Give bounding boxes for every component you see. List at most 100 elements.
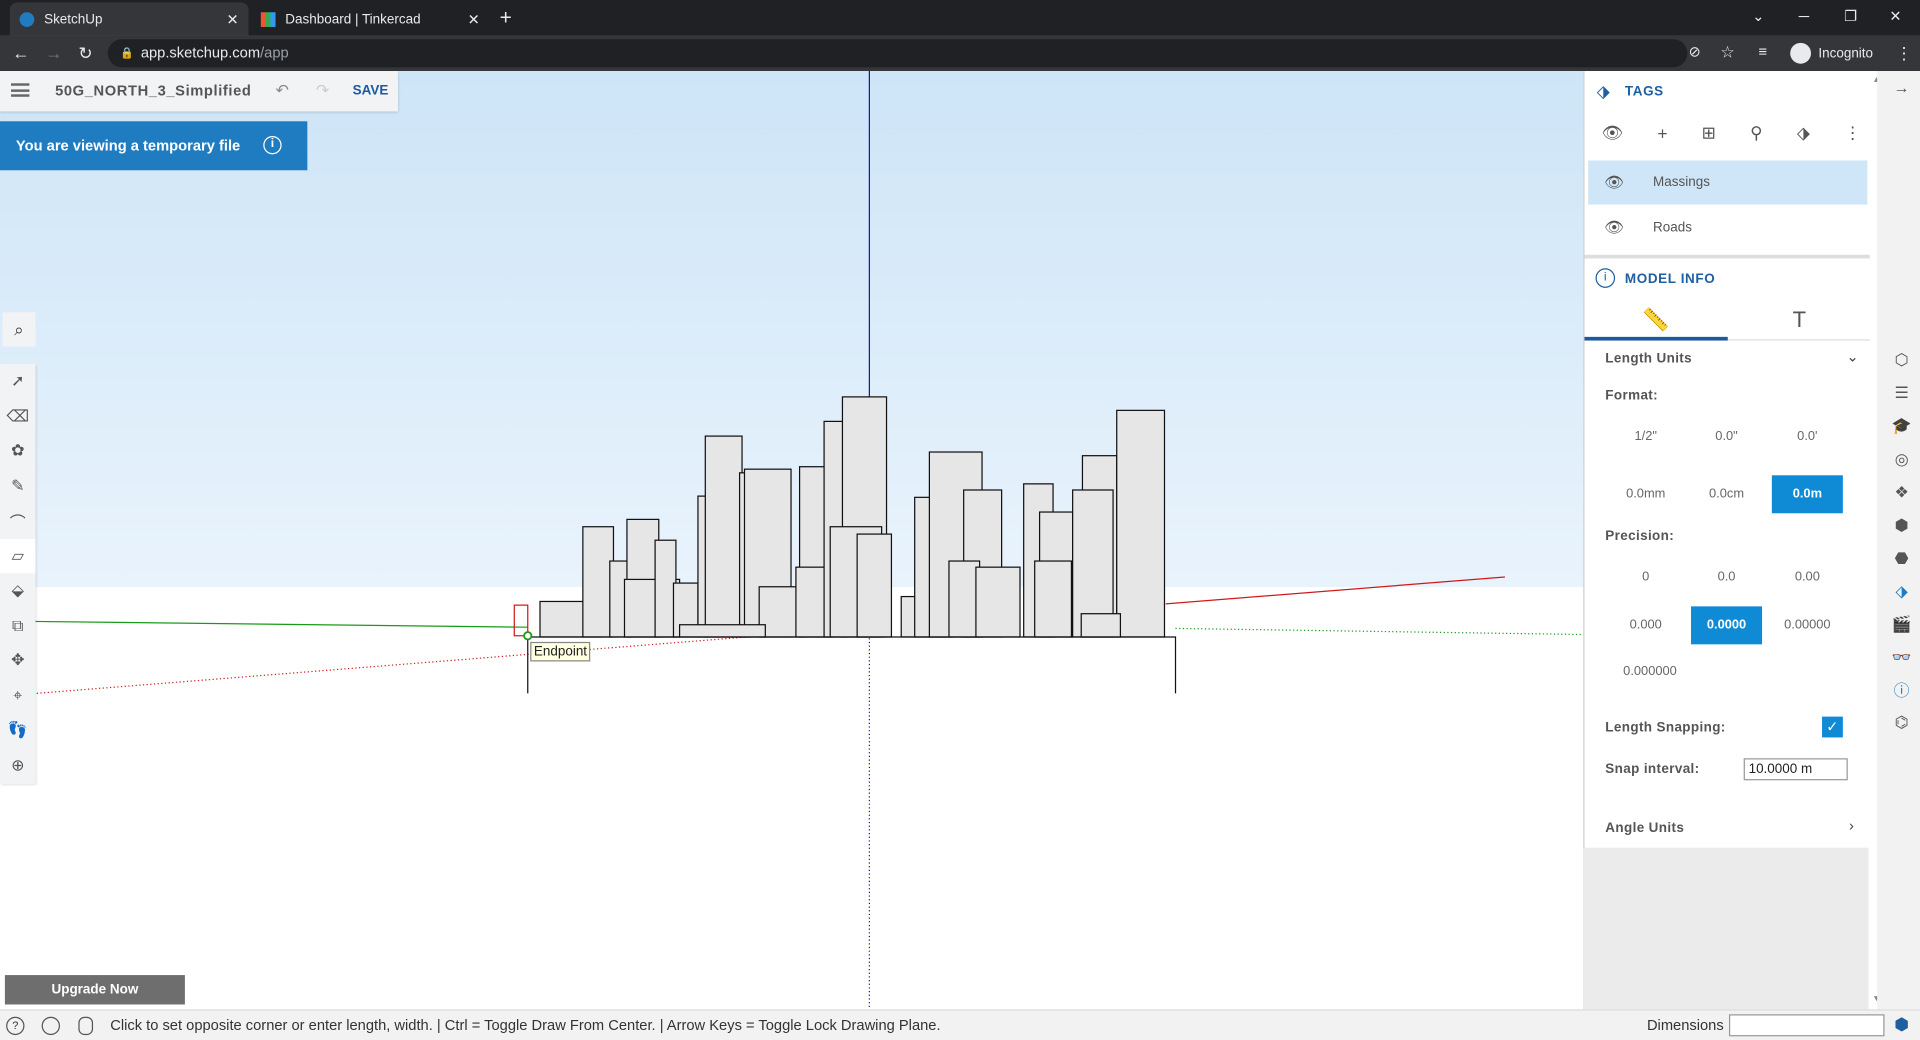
- paint-bucket-tool-icon[interactable]: ✿: [0, 434, 36, 469]
- globe-icon[interactable]: [41, 1016, 61, 1036]
- close-tab-icon[interactable]: ✕: [226, 10, 238, 27]
- walk-tool-icon[interactable]: 👣: [0, 713, 36, 748]
- styles-icon[interactable]: ⬢: [1892, 516, 1912, 536]
- precision-option[interactable]: 0.00: [1772, 559, 1843, 597]
- tab-search-icon[interactable]: ⌄: [1752, 7, 1764, 24]
- orbit-tool-icon[interactable]: ⊕: [0, 748, 36, 783]
- precision-option[interactable]: 0.00000: [1772, 606, 1843, 644]
- scenes-icon[interactable]: 🎬: [1892, 615, 1912, 635]
- pencil-tool-icon[interactable]: ✎: [0, 469, 36, 504]
- length-snapping-checkbox[interactable]: ✓: [1822, 716, 1843, 738]
- tab-label: Dashboard | Tinkercad: [285, 11, 421, 27]
- extensions-icon[interactable]: ⌬: [1892, 713, 1912, 733]
- precision-option[interactable]: 0.0: [1691, 559, 1762, 597]
- file-name[interactable]: 50G_NORTH_3_Simplified: [55, 82, 251, 99]
- model-info-title: MODEL INFO: [1624, 271, 1716, 287]
- solid-tools-icon[interactable]: ⬣: [1892, 549, 1912, 569]
- angle-units-heading[interactable]: Angle Units: [1605, 821, 1684, 836]
- lock-icon: 🔒: [120, 46, 134, 59]
- precision-option[interactable]: 0: [1610, 559, 1681, 597]
- tab-text[interactable]: T: [1728, 299, 1871, 341]
- outliner-icon[interactable]: ☰: [1892, 383, 1912, 403]
- search-button[interactable]: ⌕: [2, 312, 36, 347]
- new-tab-button[interactable]: +: [500, 6, 512, 30]
- materials-icon[interactable]: ◎: [1892, 450, 1912, 470]
- endpoint-marker: [523, 631, 533, 641]
- color-by-tag-icon[interactable]: ⚲: [1750, 122, 1763, 143]
- precision-option[interactable]: 0.000: [1610, 606, 1681, 644]
- eraser-tool-icon[interactable]: ⌫: [0, 399, 36, 434]
- tab-tinkercad[interactable]: Dashboard | Tinkercad ✕: [251, 2, 490, 35]
- close-tab-icon[interactable]: ✕: [468, 10, 480, 27]
- instructor-icon[interactable]: 🎓: [1892, 416, 1912, 436]
- format-option[interactable]: 0.0": [1691, 418, 1762, 456]
- format-option[interactable]: 0.0cm: [1691, 475, 1762, 513]
- menu-kebab-icon[interactable]: ⋮: [1896, 43, 1913, 64]
- chevron-down-icon[interactable]: ⌄: [1847, 348, 1859, 365]
- reading-list-icon[interactable]: ≡: [1758, 43, 1767, 60]
- tape-measure-tool-icon[interactable]: ⌖: [0, 678, 36, 713]
- address-bar[interactable]: 🔒 app.sketchup.com/app: [107, 39, 1688, 68]
- snap-interval-input[interactable]: 10.0000 m: [1743, 758, 1848, 781]
- select-tool-icon[interactable]: ➚: [0, 364, 36, 399]
- restore-icon[interactable]: ❐: [1844, 7, 1857, 24]
- reload-icon[interactable]: ↻: [78, 43, 92, 64]
- add-folder-icon[interactable]: ⊞: [1702, 122, 1716, 143]
- push-pull-tool-icon[interactable]: ⬙: [0, 573, 36, 608]
- tab-units[interactable]: 📏: [1584, 299, 1728, 341]
- forward-icon[interactable]: →: [45, 43, 62, 63]
- tag-name: Roads: [1653, 220, 1692, 236]
- mouse-icon[interactable]: [78, 1016, 94, 1036]
- add-tag-icon[interactable]: +: [1657, 123, 1667, 143]
- offset-tool-icon[interactable]: ⧉: [0, 608, 36, 643]
- redo-icon[interactable]: ↷: [316, 81, 329, 101]
- back-icon[interactable]: ←: [12, 43, 29, 63]
- eye-icon[interactable]: 👁: [1602, 122, 1624, 143]
- components-icon[interactable]: ❖: [1892, 483, 1912, 503]
- upgrade-now-button[interactable]: Upgrade Now: [4, 975, 185, 1005]
- help-icon[interactable]: ?: [6, 1016, 25, 1036]
- dimensions-label: Dimensions: [1646, 1016, 1724, 1034]
- arc-tool-icon[interactable]: ⌒: [0, 503, 36, 538]
- collapse-panel-icon[interactable]: →: [1892, 78, 1912, 98]
- model-canvas[interactable]: [0, 71, 1584, 1010]
- display-icon[interactable]: 👓: [1892, 648, 1912, 668]
- entity-info-icon[interactable]: ⬡: [1892, 350, 1912, 370]
- save-button[interactable]: SAVE: [353, 83, 389, 98]
- format-label: Format:: [1605, 388, 1659, 404]
- chevron-right-icon[interactable]: ›: [1849, 817, 1854, 834]
- format-option-selected[interactable]: 0.0m: [1771, 475, 1843, 514]
- ground-edge: [527, 636, 1177, 694]
- tag-name: Massings: [1653, 175, 1710, 190]
- more-options-icon[interactable]: ⋮: [1844, 122, 1861, 143]
- ruler-icon: 📏: [1642, 307, 1670, 332]
- format-option[interactable]: 0.0': [1772, 418, 1843, 456]
- hamburger-menu-icon[interactable]: [11, 83, 30, 97]
- info-icon[interactable]: i: [263, 135, 282, 155]
- star-icon[interactable]: ☆: [1720, 43, 1734, 63]
- tags-tray-icon[interactable]: ⬗: [1892, 582, 1912, 602]
- tag-row-massings[interactable]: 👁 Massings: [1588, 160, 1868, 205]
- eye-off-icon[interactable]: ⊘: [1689, 43, 1701, 60]
- incognito-indicator[interactable]: Incognito: [1790, 42, 1873, 64]
- format-option[interactable]: 1/2": [1610, 418, 1681, 456]
- tab-sketchup[interactable]: SketchUp ✕: [9, 2, 249, 36]
- close-window-icon[interactable]: ✕: [1889, 7, 1901, 24]
- dimensions-input[interactable]: [1728, 1014, 1885, 1037]
- 3d-viewport[interactable]: Endpoint: [0, 71, 1584, 1010]
- precision-label: Precision:: [1605, 529, 1675, 544]
- url-path: /app: [260, 44, 289, 62]
- minimize-icon[interactable]: ─: [1799, 7, 1809, 24]
- format-option[interactable]: 0.0mm: [1610, 475, 1681, 513]
- length-units-heading[interactable]: Length Units: [1605, 352, 1692, 367]
- precision-option[interactable]: 0.000000: [1610, 653, 1690, 691]
- model-info-tray-icon[interactable]: ⓘ: [1892, 681, 1912, 701]
- tag-tool-icon[interactable]: ⬗: [1797, 122, 1810, 143]
- tag-row-roads[interactable]: 👁 Roads: [1588, 206, 1867, 250]
- visibility-eye-icon[interactable]: 👁: [1604, 206, 1624, 250]
- undo-icon[interactable]: ↶: [276, 81, 289, 101]
- rectangle-tool-icon[interactable]: ▱: [0, 538, 36, 574]
- precision-option-selected[interactable]: 0.0000: [1691, 606, 1763, 645]
- move-tool-icon[interactable]: ✥: [0, 643, 36, 678]
- visibility-eye-icon[interactable]: 👁: [1604, 160, 1624, 204]
